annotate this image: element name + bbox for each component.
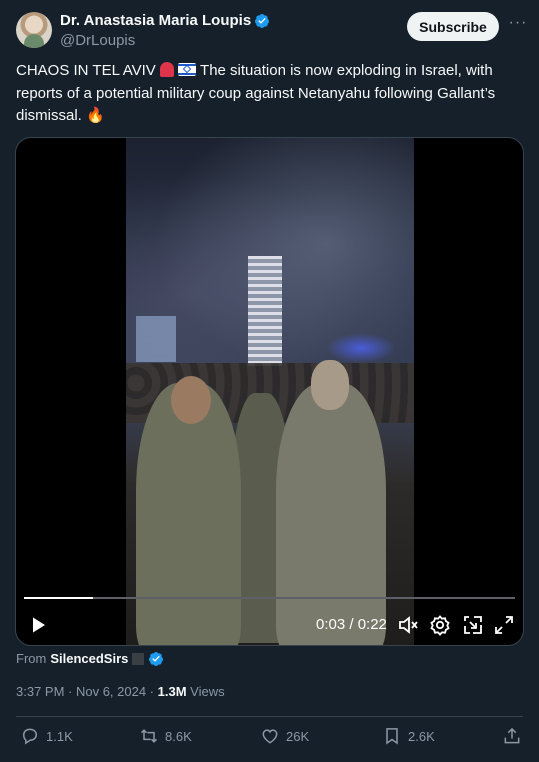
video-attribution: From SilencedSirs bbox=[16, 650, 164, 668]
tweet-text: CHAOS IN TEL AVIV The situation is now e… bbox=[16, 60, 517, 128]
like-button[interactable]: 26K bbox=[260, 726, 309, 746]
repost-button[interactable]: 8.6K bbox=[139, 726, 192, 746]
video-controls: 0:03 / 0:22 bbox=[16, 605, 523, 645]
pip-icon[interactable] bbox=[461, 613, 485, 637]
avatar[interactable] bbox=[16, 12, 52, 48]
repost-icon bbox=[140, 729, 158, 743]
video-progress-bar[interactable] bbox=[24, 597, 515, 599]
verified-badge-icon bbox=[149, 652, 164, 666]
tweet: Dr. Anastasia Maria Loupis @DrLoupis Sub… bbox=[0, 0, 539, 762]
tweet-timestamp[interactable]: 3:37 PM · Nov 6, 2024 · bbox=[16, 684, 158, 699]
author-block: Dr. Anastasia Maria Loupis @DrLoupis bbox=[60, 11, 270, 50]
author-name-row[interactable]: Dr. Anastasia Maria Loupis bbox=[60, 11, 270, 31]
bookmark-icon bbox=[386, 728, 398, 745]
like-icon bbox=[262, 729, 278, 744]
author-handle[interactable]: @DrLoupis bbox=[60, 31, 270, 50]
views-label: Views bbox=[186, 684, 225, 699]
divider bbox=[16, 716, 523, 717]
play-icon[interactable] bbox=[26, 613, 50, 637]
bookmark-count: 2.6K bbox=[408, 728, 435, 744]
reply-count: 1.1K bbox=[46, 728, 73, 744]
tweet-header: Dr. Anastasia Maria Loupis @DrLoupis Sub… bbox=[16, 11, 526, 51]
video-time: 0:03 / 0:22 bbox=[316, 616, 387, 633]
israel-flag-emoji-icon bbox=[178, 63, 197, 76]
siren-emoji-icon bbox=[159, 62, 174, 77]
tweet-meta: 3:37 PM · Nov 6, 2024 · 1.3M Views bbox=[16, 683, 225, 701]
subscribe-button[interactable]: Subscribe bbox=[407, 12, 499, 41]
settings-icon[interactable] bbox=[428, 613, 452, 637]
share-icon bbox=[504, 727, 520, 744]
video-progress-fill bbox=[24, 597, 93, 599]
reply-icon bbox=[22, 728, 38, 745]
tweet-text-part1: CHAOS IN TEL AVIV bbox=[16, 62, 156, 79]
verified-badge-icon bbox=[255, 14, 270, 28]
author-display-name[interactable]: Dr. Anastasia Maria Loupis bbox=[60, 11, 251, 31]
action-bar: 1.1K 8.6K 26K 2.6K bbox=[16, 726, 523, 750]
volume-icon[interactable] bbox=[396, 613, 420, 637]
views-count: 1.3M bbox=[157, 684, 187, 699]
bookmark-button[interactable]: 2.6K bbox=[382, 726, 435, 746]
share-button[interactable] bbox=[502, 726, 522, 746]
attribution-prefix: From bbox=[16, 651, 47, 666]
more-icon[interactable]: ··· bbox=[507, 15, 529, 36]
repost-count: 8.6K bbox=[165, 728, 192, 744]
like-count: 26K bbox=[286, 728, 310, 744]
black-square-emoji-icon bbox=[132, 653, 145, 665]
attribution-source[interactable]: SilencedSirs bbox=[50, 650, 128, 668]
fire-emoji-icon: 🔥 bbox=[86, 107, 105, 124]
video-frame[interactable] bbox=[126, 138, 414, 645]
video-player[interactable]: 0:03 / 0:22 bbox=[15, 137, 524, 646]
reply-button[interactable]: 1.1K bbox=[20, 726, 73, 746]
fullscreen-icon[interactable] bbox=[492, 613, 516, 637]
